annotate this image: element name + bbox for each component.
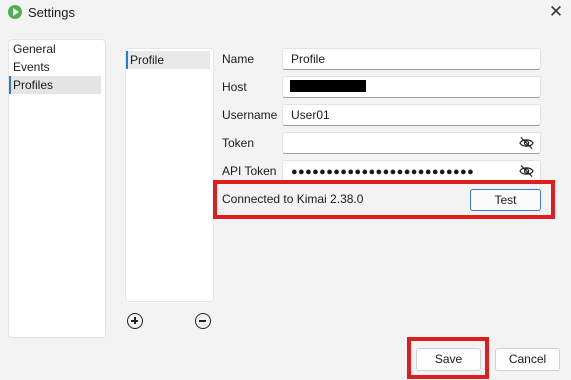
api-token-value: ●●●●●●●●●●●●●●●●●●●●●●●●●●: [291, 166, 475, 178]
window-title: Settings: [28, 5, 75, 20]
token-label: Token: [222, 136, 255, 150]
play-icon: [8, 5, 22, 19]
api-token-field[interactable]: ●●●●●●●●●●●●●●●●●●●●●●●●●●: [282, 160, 541, 182]
name-label: Name: [222, 52, 255, 66]
api-token-label: API Token: [222, 164, 277, 178]
category-list: General Events Profiles: [8, 39, 106, 338]
save-button[interactable]: Save: [416, 348, 481, 371]
remove-profile-button[interactable]: [195, 313, 211, 329]
username-label: Username: [222, 108, 278, 122]
profile-item[interactable]: Profile: [126, 51, 210, 69]
username-field[interactable]: User01: [282, 104, 541, 126]
eye-off-icon[interactable]: [519, 136, 534, 150]
category-item-profiles[interactable]: Profiles: [9, 76, 101, 94]
host-label: Host: [222, 80, 247, 94]
category-item-events[interactable]: Events: [9, 58, 105, 76]
profile-list: Profile: [125, 48, 214, 302]
cancel-button[interactable]: Cancel: [495, 348, 560, 371]
close-icon[interactable]: ✕: [547, 3, 565, 21]
test-button[interactable]: Test: [470, 189, 541, 211]
username-value: User01: [291, 108, 330, 122]
token-field[interactable]: [282, 132, 541, 154]
add-profile-button[interactable]: [127, 313, 143, 329]
category-item-general[interactable]: General: [9, 40, 105, 58]
redacted-host: [290, 80, 366, 92]
connection-status: Connected to Kimai 2.38.0: [222, 192, 364, 206]
name-field[interactable]: Profile: [282, 48, 541, 70]
name-value: Profile: [291, 52, 326, 66]
eye-off-icon[interactable]: [519, 164, 534, 178]
title-bar: Settings ✕: [0, 0, 571, 28]
